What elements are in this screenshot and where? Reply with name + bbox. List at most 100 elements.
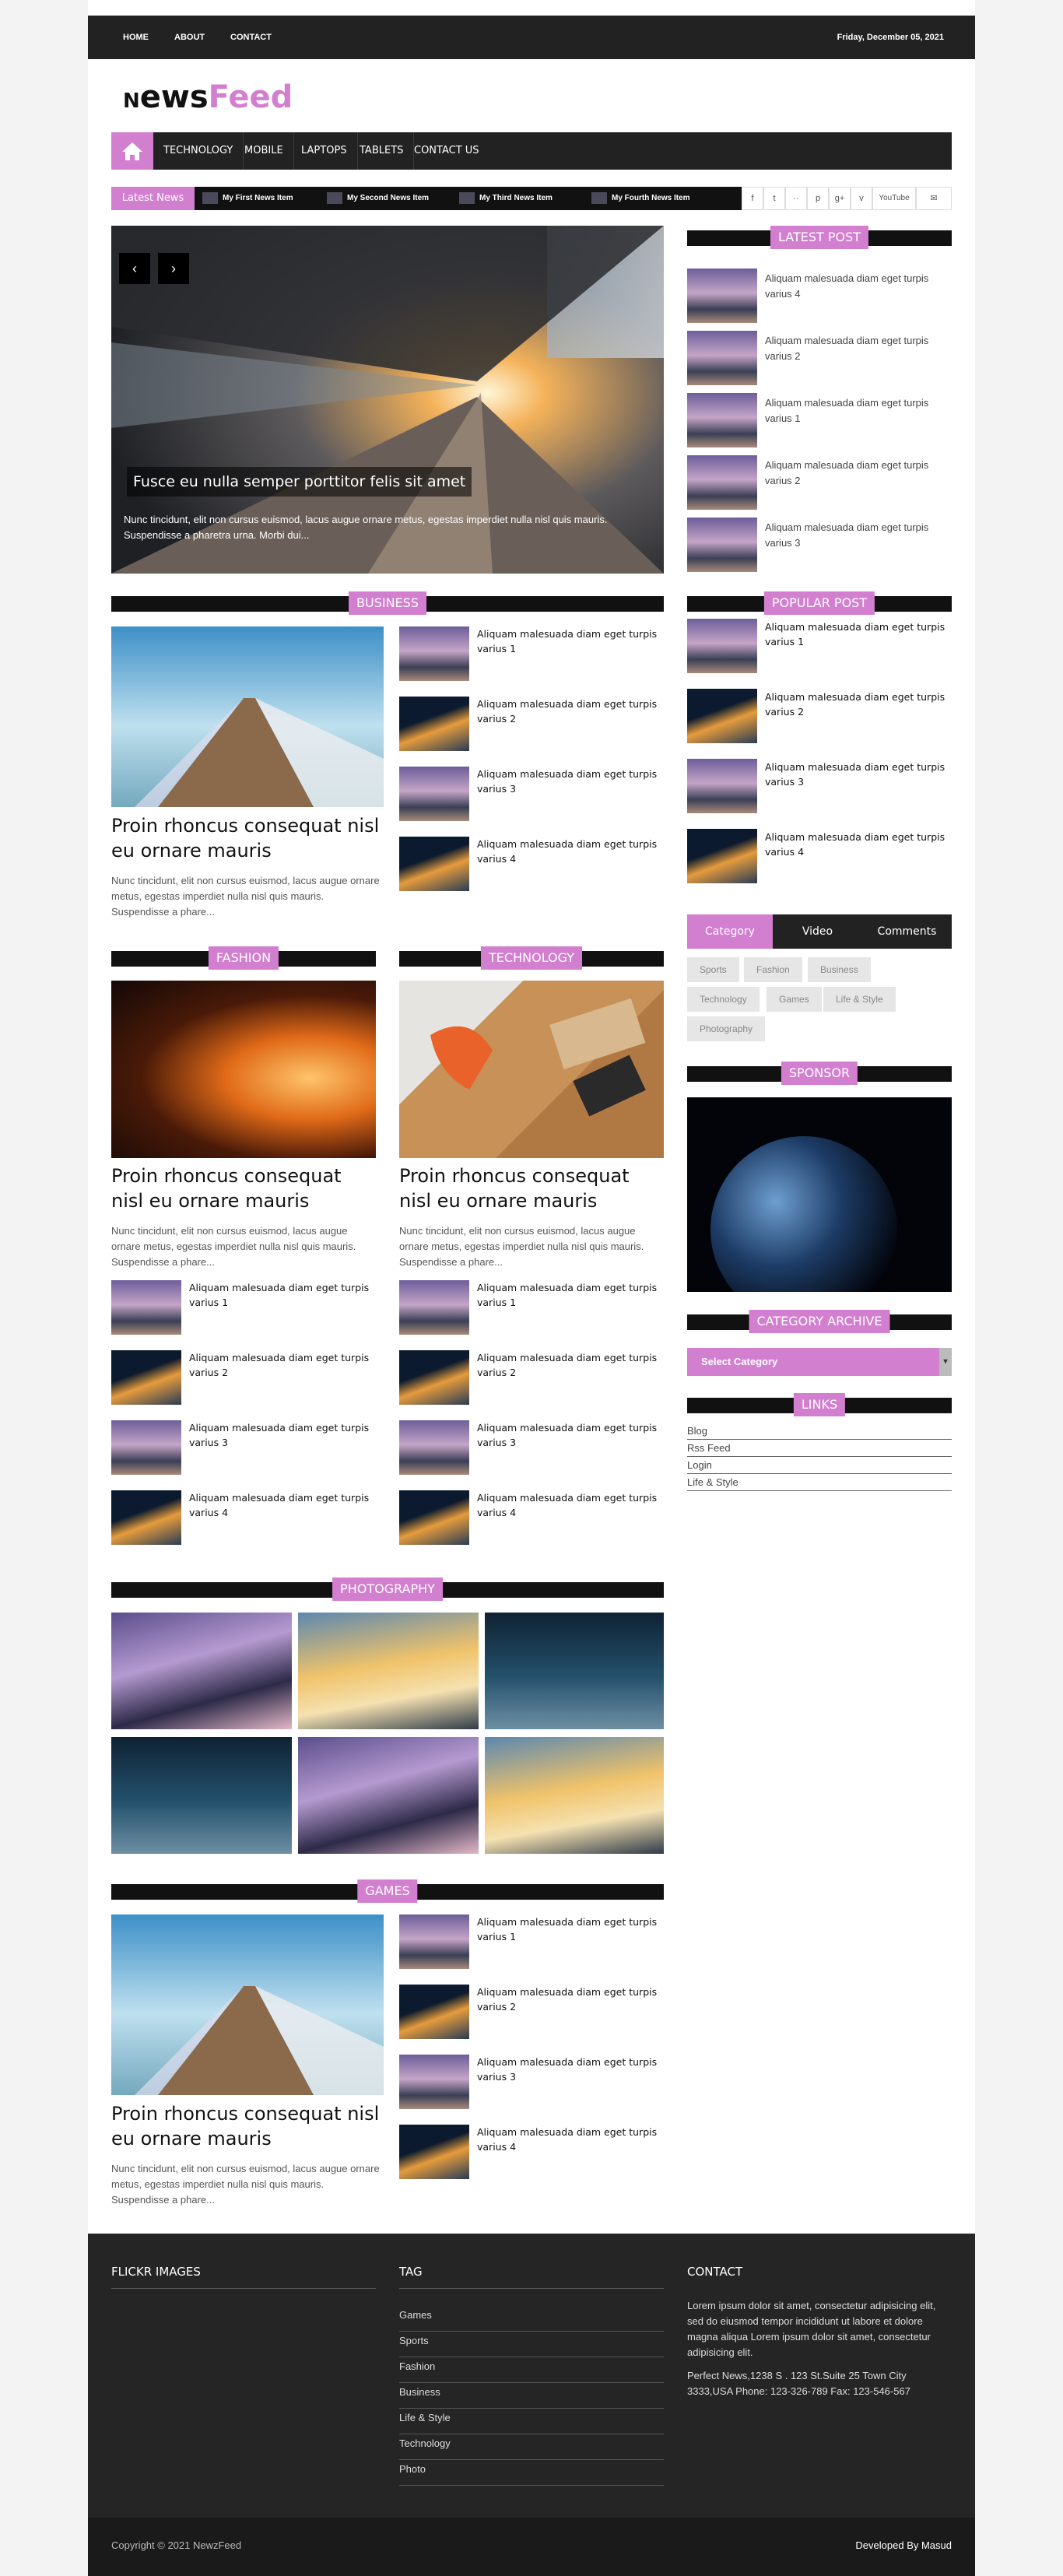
pinterest-icon[interactable]: p [807,187,829,210]
tab-category[interactable]: Category [687,914,773,949]
list-item-title[interactable]: Aliquam malesuada diam eget turpis variu… [477,697,664,726]
thumb-image[interactable] [687,759,757,813]
latest-post-title[interactable]: Aliquam malesuada diam eget turpis variu… [765,333,952,364]
thumb-image[interactable] [399,626,469,681]
facebook-icon[interactable]: f [742,187,763,210]
footer-tag-link[interactable]: Technology [399,2434,664,2460]
category-tag[interactable]: Photography [687,1016,766,1041]
thumb-image[interactable] [399,2055,469,2109]
list-item-title[interactable]: Aliquam malesuada diam eget turpis variu… [477,2055,664,2084]
link-item[interactable]: Blog [687,1423,952,1440]
category-tag[interactable]: Business [808,957,871,982]
slider-prev-icon[interactable]: ‹ [119,253,150,284]
fashion-image[interactable] [111,981,376,1158]
footer-tag-link[interactable]: Business [399,2383,664,2409]
thumb-image[interactable] [687,331,757,385]
article-image[interactable] [111,1914,384,2095]
footer-tag-link[interactable]: Photo [399,2460,664,2486]
thumb-image[interactable] [687,829,757,883]
footer-tag-link[interactable]: Fashion [399,2357,664,2383]
nav-technology[interactable]: TECHNOLOGY [153,132,244,170]
youtube-icon[interactable]: YouTube [872,187,916,210]
thumb-image[interactable] [111,1280,181,1335]
category-tag[interactable]: Sports [687,957,739,982]
thumb-image[interactable] [399,1490,469,1545]
site-logo[interactable]: NewsFeed [123,79,293,115]
category-select[interactable]: Select Category ▾ [687,1348,952,1376]
featured-slider[interactable]: ‹ › Fusce eu nulla semper porttitor feli… [111,226,664,574]
slider-next-icon[interactable]: › [158,253,189,284]
thumb-image[interactable] [687,268,757,323]
vimeo-icon[interactable]: v [851,187,872,210]
thumb-image[interactable] [111,1420,181,1475]
article-title[interactable]: Proin rhoncus consequat nisl eu ornare m… [111,2101,384,2151]
thumb-image[interactable] [399,1420,469,1475]
nav-contact-us[interactable]: CONTACT US [404,132,489,170]
ticker-item[interactable]: My Second News Item [327,187,429,210]
thumb-image[interactable] [399,767,469,821]
thumb-image[interactable] [687,455,757,510]
thumb-image[interactable] [399,2125,469,2179]
technology-image[interactable] [399,981,664,1158]
thumb-image[interactable] [687,393,757,447]
thumb-image[interactable] [399,697,469,751]
thumb-image[interactable] [111,1490,181,1545]
tab-video[interactable]: Video [773,914,862,949]
section-label[interactable]: PHOTOGRAPHY [332,1578,443,1601]
thumb-image[interactable] [399,837,469,891]
nav-mobile[interactable]: MOBILE [234,132,294,170]
article-title[interactable]: Proin rhoncus consequat nisl eu ornare m… [111,1163,376,1213]
thumb-image[interactable] [687,689,757,743]
popular-post-title[interactable]: Aliquam malesuada diam eget turpis variu… [765,760,952,789]
article-title[interactable]: Proin rhoncus consequat nisl eu ornare m… [111,813,384,863]
article-image[interactable] [111,626,384,807]
category-tag[interactable]: Games [767,987,822,1012]
ticker-item[interactable]: My Fourth News Item [591,187,690,210]
ticker-item[interactable]: My First News Item [202,187,293,210]
article-title[interactable]: Proin rhoncus consequat nisl eu ornare m… [399,1163,664,1213]
flickr-icon[interactable]: ·· [785,187,807,210]
twitter-icon[interactable]: t [763,187,785,210]
popular-post-title[interactable]: Aliquam malesuada diam eget turpis variu… [765,830,952,859]
latest-post-title[interactable]: Aliquam malesuada diam eget turpis variu… [765,520,952,551]
list-item-title[interactable]: Aliquam malesuada diam eget turpis variu… [477,1350,664,1380]
list-item-title[interactable]: Aliquam malesuada diam eget turpis variu… [477,1280,664,1310]
gallery-image[interactable] [298,1737,479,1854]
home-icon[interactable] [111,132,153,170]
thumb-image[interactable] [399,1280,469,1335]
link-item[interactable]: Login [687,1457,952,1474]
top-nav-home[interactable]: HOME [123,16,149,59]
section-label[interactable]: GAMES [357,1879,418,1903]
latest-post-title[interactable]: Aliquam malesuada diam eget turpis variu… [765,458,952,489]
latest-post-title[interactable]: Aliquam malesuada diam eget turpis variu… [765,395,952,426]
latest-post-title[interactable]: Aliquam malesuada diam eget turpis variu… [765,271,952,302]
section-label[interactable]: TECHNOLOGY [481,946,582,970]
developer-credit[interactable]: Developed By Masud [855,2539,952,2551]
link-item[interactable]: Life & Style [687,1474,952,1491]
list-item-title[interactable]: Aliquam malesuada diam eget turpis variu… [189,1280,376,1310]
link-item[interactable]: Rss Feed [687,1440,952,1457]
footer-tag-link[interactable]: Games [399,2306,664,2332]
tab-comments[interactable]: Comments [862,914,952,949]
gallery-image[interactable] [111,1613,292,1729]
gallery-image[interactable] [485,1737,664,1854]
list-item-title[interactable]: Aliquam malesuada diam eget turpis variu… [189,1490,376,1520]
nav-laptops[interactable]: LAPTOPS [291,132,358,170]
thumb-image[interactable] [399,1985,469,2039]
section-label[interactable]: BUSINESS [349,591,426,615]
thumb-image[interactable] [687,518,757,572]
list-item-title[interactable]: Aliquam malesuada diam eget turpis variu… [189,1420,376,1450]
list-item-title[interactable]: Aliquam malesuada diam eget turpis variu… [477,1420,664,1450]
list-item-title[interactable]: Aliquam malesuada diam eget turpis variu… [477,626,664,656]
thumb-image[interactable] [687,619,757,673]
category-tag[interactable]: Technology [687,987,760,1012]
list-item-title[interactable]: Aliquam malesuada diam eget turpis variu… [477,1914,664,1944]
email-icon[interactable]: ✉ [916,187,952,210]
google-plus-icon[interactable]: g+ [829,187,851,210]
list-item-title[interactable]: Aliquam malesuada diam eget turpis variu… [477,1490,664,1520]
top-nav-about[interactable]: ABOUT [174,16,205,59]
footer-tag-link[interactable]: Life & Style [399,2409,664,2434]
popular-post-title[interactable]: Aliquam malesuada diam eget turpis variu… [765,690,952,719]
top-nav-contact[interactable]: CONTACT [230,16,272,59]
gallery-image[interactable] [485,1613,664,1729]
